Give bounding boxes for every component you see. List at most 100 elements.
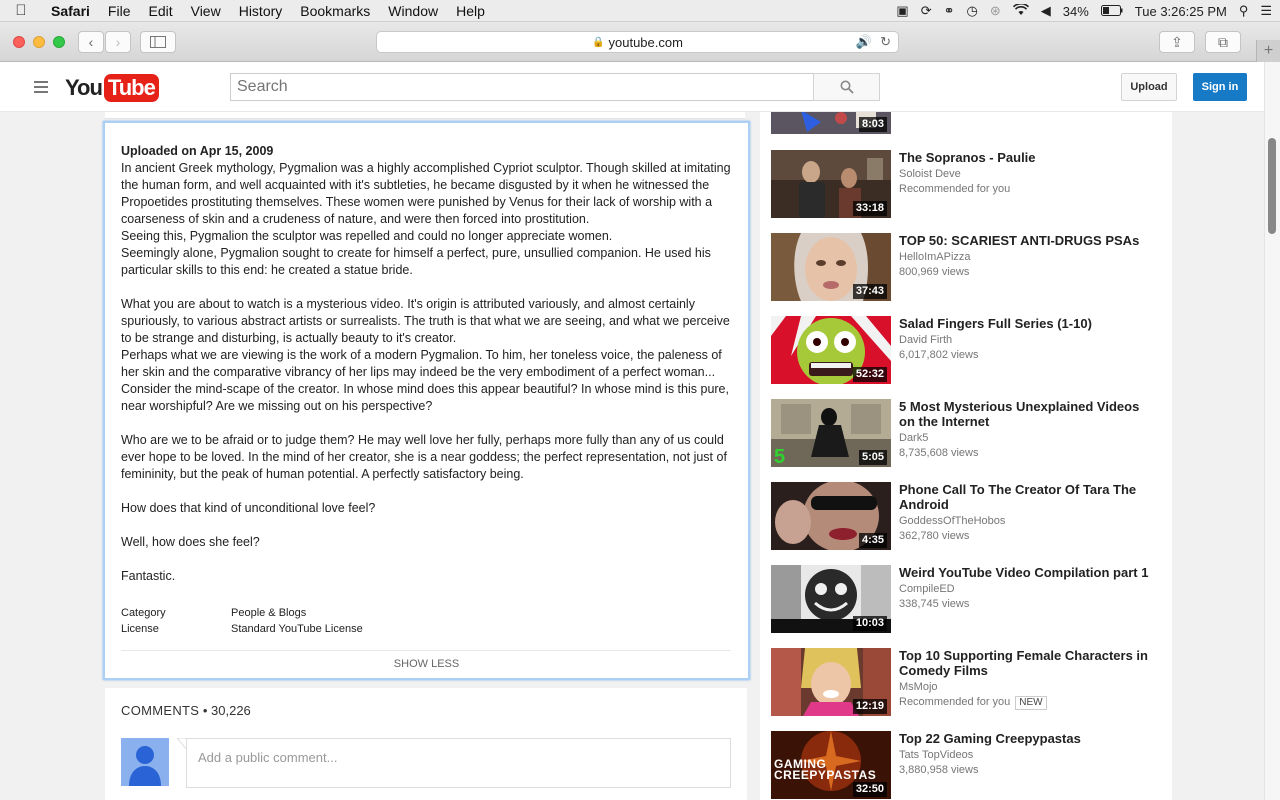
video-channel[interactable]: Dark5 bbox=[899, 431, 1159, 446]
video-channel[interactable]: CompileED bbox=[899, 582, 1159, 597]
browser-toolbar: ‹ › 🔒 youtube.com 🔊 ↻ ⇪ ⧉ + bbox=[0, 22, 1280, 62]
related-video[interactable]: 10:03 Weird YouTube Video Compilation pa… bbox=[771, 565, 1161, 633]
related-video-partial[interactable]: 8:03 bbox=[771, 112, 1161, 134]
video-duration: 8:03 bbox=[858, 117, 887, 132]
apple-menu-icon[interactable]:  bbox=[0, 2, 42, 19]
video-thumbnail[interactable]: 33:18 bbox=[771, 150, 891, 218]
video-title[interactable]: Salad Fingers Full Series (1-10) bbox=[899, 316, 1155, 331]
bluetooth-icon[interactable]: ⊛ bbox=[990, 3, 1001, 19]
video-thumbnail[interactable]: GAMING CREEPYPASTAS 32:50 bbox=[771, 731, 891, 799]
video-thumbnail[interactable]: 10:03 bbox=[771, 565, 891, 633]
time-machine-icon[interactable]: ◷ bbox=[967, 3, 978, 19]
video-stat: 8,735,608 views bbox=[899, 447, 979, 459]
description-paragraph: Seemingly alone, Pygmalion sought to cre… bbox=[121, 246, 715, 277]
related-video[interactable]: 4:35 Phone Call To The Creator Of Tara T… bbox=[771, 482, 1161, 550]
menu-file[interactable]: File bbox=[99, 3, 140, 19]
upload-button[interactable]: Upload bbox=[1121, 73, 1177, 101]
youtube-logo[interactable]: You Tube bbox=[65, 74, 159, 102]
spotlight-search-icon[interactable]: ⚲ bbox=[1239, 3, 1249, 19]
video-stat: Recommended for you bbox=[899, 696, 1011, 708]
video-duration: 33:18 bbox=[852, 201, 887, 216]
video-duration: 52:32 bbox=[852, 367, 887, 382]
description-paragraph: Who are we to be afraid or to judge them… bbox=[121, 433, 731, 481]
video-thumbnail[interactable]: 8:03 bbox=[771, 112, 891, 134]
audio-playing-icon[interactable]: 🔊 bbox=[856, 34, 872, 50]
sidebar-toggle-button[interactable] bbox=[140, 31, 176, 53]
video-thumbnail[interactable]: 52:32 bbox=[771, 316, 891, 384]
notification-center-icon[interactable]: ☰ bbox=[1260, 3, 1272, 19]
related-video[interactable]: GAMING CREEPYPASTAS 32:50 Top 22 Gaming … bbox=[771, 731, 1161, 799]
video-channel[interactable]: HelloImAPizza bbox=[899, 250, 1159, 265]
window-controls bbox=[13, 36, 65, 48]
video-thumbnail[interactable]: 37:43 bbox=[771, 233, 891, 301]
close-window-button[interactable] bbox=[13, 36, 25, 48]
menu-help[interactable]: Help bbox=[447, 3, 494, 19]
fullscreen-window-button[interactable] bbox=[53, 36, 65, 48]
related-video[interactable]: 33:18 The Sopranos - Paulie Soloist Deve… bbox=[771, 150, 1161, 218]
video-title[interactable]: TOP 50: SCARIEST ANTI-DRUGS PSAs bbox=[899, 233, 1155, 248]
volume-icon[interactable]: ◀ bbox=[1041, 3, 1051, 19]
search-input[interactable] bbox=[230, 73, 813, 101]
comments-separator: • bbox=[199, 703, 212, 718]
page-scrollbar-thumb[interactable] bbox=[1268, 138, 1276, 234]
video-duration: 12:19 bbox=[852, 699, 887, 714]
lock-icon: 🔒 bbox=[592, 36, 605, 48]
menu-view[interactable]: View bbox=[182, 3, 230, 19]
screen-icon[interactable]: ▣ bbox=[896, 3, 908, 19]
show-less-button[interactable]: SHOW LESS bbox=[105, 658, 748, 670]
description-text: Uploaded on Apr 15, 2009 In ancient Gree… bbox=[121, 143, 731, 585]
address-url: youtube.com bbox=[608, 34, 683, 50]
guide-menu-icon[interactable] bbox=[34, 81, 48, 93]
video-thumbnail[interactable]: 5 5:05 bbox=[771, 399, 891, 467]
sign-in-button[interactable]: Sign in bbox=[1193, 73, 1247, 101]
related-video[interactable]: 52:32 Salad Fingers Full Series (1-10) D… bbox=[771, 316, 1161, 384]
chevron-right-icon: › bbox=[115, 34, 121, 50]
related-video[interactable]: 12:19 Top 10 Supporting Female Character… bbox=[771, 648, 1161, 716]
share-button[interactable]: ⇪ bbox=[1159, 31, 1195, 53]
license-row: License Standard YouTube License bbox=[121, 623, 363, 635]
video-stat: 362,780 views bbox=[899, 530, 970, 542]
menu-history[interactable]: History bbox=[230, 3, 292, 19]
video-stat: 800,969 views bbox=[899, 266, 970, 278]
video-title[interactable]: The Sopranos - Paulie bbox=[899, 150, 1155, 165]
sync-icon[interactable]: ⟳ bbox=[921, 3, 932, 19]
comment-input[interactable]: Add a public comment... bbox=[186, 738, 731, 788]
video-title[interactable]: 5 Most Mysterious Unexplained Videos on … bbox=[899, 399, 1155, 429]
menu-edit[interactable]: Edit bbox=[139, 3, 181, 19]
tabs-overview-button[interactable]: ⧉ bbox=[1205, 31, 1241, 53]
video-channel[interactable]: MsMojo bbox=[899, 680, 1159, 695]
related-video[interactable]: 5 5:05 5 Most Mysterious Unexplained Vid… bbox=[771, 399, 1161, 467]
video-title[interactable]: Top 22 Gaming Creepypastas bbox=[899, 731, 1155, 746]
comments-label: COMMENTS bbox=[121, 703, 200, 718]
description-paragraph: In ancient Greek mythology, Pygmalion wa… bbox=[121, 161, 735, 226]
reload-icon[interactable]: ↻ bbox=[880, 34, 891, 50]
description-paragraph: Seeing this, Pygmalion the sculptor was … bbox=[121, 229, 613, 243]
video-title[interactable]: Weird YouTube Video Compilation part 1 bbox=[899, 565, 1155, 580]
menu-bar:  Safari File Edit View History Bookmark… bbox=[0, 0, 1280, 22]
menu-bookmarks[interactable]: Bookmarks bbox=[291, 3, 379, 19]
wifi-icon[interactable] bbox=[1012, 2, 1029, 19]
forward-button[interactable]: › bbox=[105, 31, 131, 53]
clock[interactable]: Tue 3:26:25 PM bbox=[1135, 4, 1227, 19]
battery-icon[interactable] bbox=[1100, 4, 1123, 19]
category-link[interactable]: People & Blogs bbox=[231, 607, 306, 619]
menu-window[interactable]: Window bbox=[379, 3, 447, 19]
menu-app-name[interactable]: Safari bbox=[42, 3, 99, 19]
video-title[interactable]: Top 10 Supporting Female Characters in C… bbox=[899, 648, 1155, 678]
search-button[interactable] bbox=[813, 73, 880, 101]
headphones-icon[interactable]: ⚭ bbox=[944, 3, 955, 19]
address-bar[interactable]: 🔒 youtube.com 🔊 ↻ bbox=[376, 31, 899, 53]
minimize-window-button[interactable] bbox=[33, 36, 45, 48]
video-channel[interactable]: GoddessOfTheHobos bbox=[899, 514, 1159, 529]
video-channel[interactable]: Soloist Deve bbox=[899, 167, 1159, 182]
new-tab-button[interactable]: + bbox=[1256, 40, 1280, 62]
related-video[interactable]: 37:43 TOP 50: SCARIEST ANTI-DRUGS PSAs H… bbox=[771, 233, 1161, 301]
video-thumbnail[interactable]: 12:19 bbox=[771, 648, 891, 716]
video-title[interactable]: Phone Call To The Creator Of Tara The An… bbox=[899, 482, 1155, 512]
video-channel[interactable]: Tats TopVideos bbox=[899, 748, 1159, 763]
back-button[interactable]: ‹ bbox=[78, 31, 104, 53]
description-divider bbox=[121, 650, 731, 651]
default-avatar-icon bbox=[121, 738, 169, 786]
video-thumbnail[interactable]: 4:35 bbox=[771, 482, 891, 550]
video-channel[interactable]: David Firth bbox=[899, 333, 1159, 348]
